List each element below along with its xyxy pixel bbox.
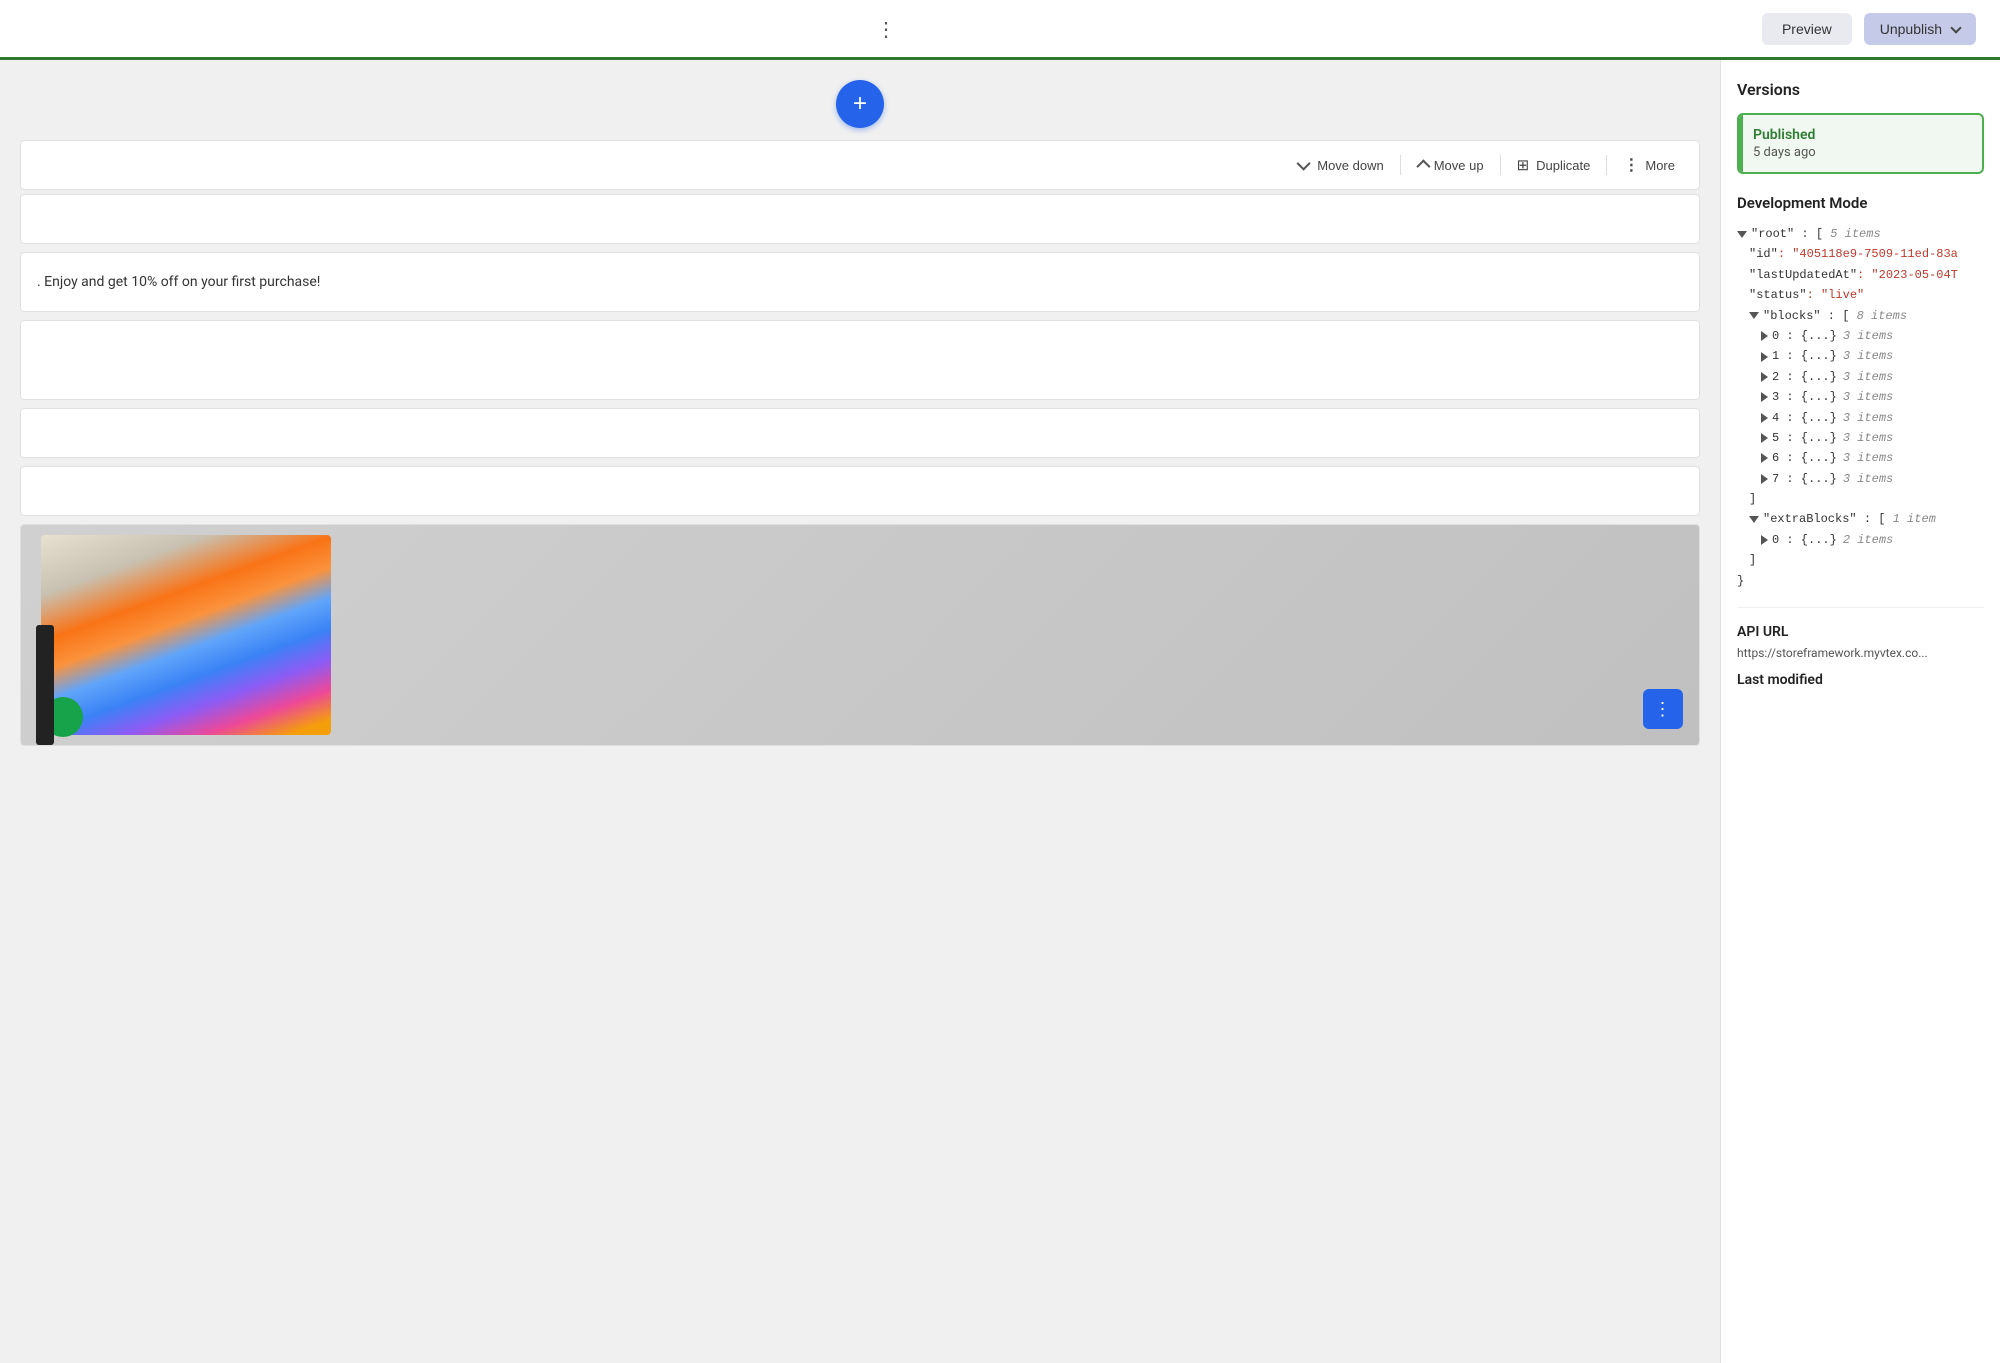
more-options-icon[interactable]: ⋮ (876, 17, 898, 41)
move-down-button[interactable]: Move down (1292, 154, 1391, 177)
move-up-button[interactable]: Move up (1409, 154, 1492, 177)
preview-button[interactable]: Preview (1762, 13, 1852, 45)
extrablock0-expand-icon[interactable] (1761, 535, 1768, 545)
main-layout: + Move down Move up ⊞ Duplicate ⋮ More (0, 60, 2000, 1363)
version-status: Published (1753, 127, 1968, 143)
unpublish-chevron-icon (1950, 22, 1961, 33)
json-row-root: "root" : [ 5 items (1737, 224, 1984, 244)
json-row-lastupdated: "lastUpdatedAt" : "2023-05-04T (1737, 265, 1984, 285)
top-bar: ⋮ Preview Unpublish (0, 0, 2000, 60)
content-block-3 (20, 408, 1700, 458)
versions-title: Versions (1737, 80, 1984, 99)
device-frame (36, 625, 54, 745)
version-time: 5 days ago (1753, 145, 1968, 160)
blocks-collapse-icon[interactable] (1749, 312, 1759, 319)
content-block-text: . Enjoy and get 10% off on your first pu… (20, 252, 1700, 312)
json-row-block4: 4 : {...} 3 items (1737, 408, 1984, 428)
json-row-extrablocks: "extraBlocks" : [ 1 item (1737, 509, 1984, 529)
json-row-block1: 1 : {...} 3 items (1737, 346, 1984, 366)
json-row-close-extrablocks: ] (1737, 550, 1984, 570)
editor-area: + Move down Move up ⊞ Duplicate ⋮ More (0, 60, 1720, 1363)
root-collapse-icon[interactable] (1737, 231, 1747, 238)
sidebar: Versions Published 5 days ago Developmen… (1720, 60, 2000, 1363)
block-toolbar: Move down Move up ⊞ Duplicate ⋮ More (20, 140, 1700, 190)
json-row-id: "id" : "405118e9-7509-11ed-83a (1737, 244, 1984, 264)
add-block-button[interactable]: + (836, 80, 884, 128)
json-row-block0: 0 : {...} 3 items (1737, 326, 1984, 346)
block6-expand-icon[interactable] (1761, 453, 1768, 463)
json-row-close-root: } (1737, 571, 1984, 591)
content-block-1 (20, 194, 1700, 244)
json-tree: "root" : [ 5 items "id" : "405118e9-7509… (1737, 224, 1984, 591)
content-block-4 (20, 466, 1700, 516)
more-icon: ⋮ (1623, 155, 1640, 175)
sidebar-divider-1 (1737, 607, 1984, 608)
last-modified-title: Last modified (1737, 672, 1984, 688)
toolbar-separator-2 (1500, 155, 1501, 175)
more-button[interactable]: ⋮ More (1615, 151, 1683, 179)
json-row-extrablock0: 0 : {...} 2 items (1737, 530, 1984, 550)
block5-expand-icon[interactable] (1761, 433, 1768, 443)
json-row-blocks: "blocks" : [ 8 items (1737, 306, 1984, 326)
block-options-button[interactable]: ⋮ (1643, 689, 1683, 729)
image-placeholder (21, 525, 1699, 745)
block4-expand-icon[interactable] (1761, 413, 1768, 423)
dev-mode-title: Development Mode (1737, 194, 1984, 212)
block2-expand-icon[interactable] (1761, 372, 1768, 382)
move-down-icon (1297, 157, 1311, 171)
json-row-block5: 5 : {...} 3 items (1737, 428, 1984, 448)
toolbar-separator-1 (1400, 155, 1401, 175)
json-row-block6: 6 : {...} 3 items (1737, 448, 1984, 468)
block3-expand-icon[interactable] (1761, 392, 1768, 402)
add-block-row: + (20, 80, 1700, 128)
json-row-block2: 2 : {...} 3 items (1737, 367, 1984, 387)
extrablocks-collapse-icon[interactable] (1749, 516, 1759, 523)
duplicate-icon: ⊞ (1517, 156, 1530, 174)
artwork-image (41, 535, 331, 735)
api-url-title: API URL (1737, 624, 1984, 640)
json-row-block3: 3 : {...} 3 items (1737, 387, 1984, 407)
json-row-block7: 7 : {...} 3 items (1737, 469, 1984, 489)
block-options-icon: ⋮ (1654, 699, 1673, 720)
block0-expand-icon[interactable] (1761, 331, 1768, 341)
content-block-2 (20, 320, 1700, 400)
move-up-icon (1416, 159, 1430, 173)
toolbar-separator-3 (1606, 155, 1607, 175)
json-row-status: "status" : "live" (1737, 285, 1984, 305)
block7-expand-icon[interactable] (1761, 474, 1768, 484)
content-block-image: ⋮ (20, 524, 1700, 746)
json-row-close-blocks: ] (1737, 489, 1984, 509)
duplicate-button[interactable]: ⊞ Duplicate (1509, 152, 1599, 178)
unpublish-button[interactable]: Unpublish (1864, 13, 1976, 45)
api-url-value: https://storeframework.myvtex.co... (1737, 646, 1984, 660)
block1-expand-icon[interactable] (1761, 352, 1768, 362)
version-card[interactable]: Published 5 days ago (1737, 113, 1984, 174)
